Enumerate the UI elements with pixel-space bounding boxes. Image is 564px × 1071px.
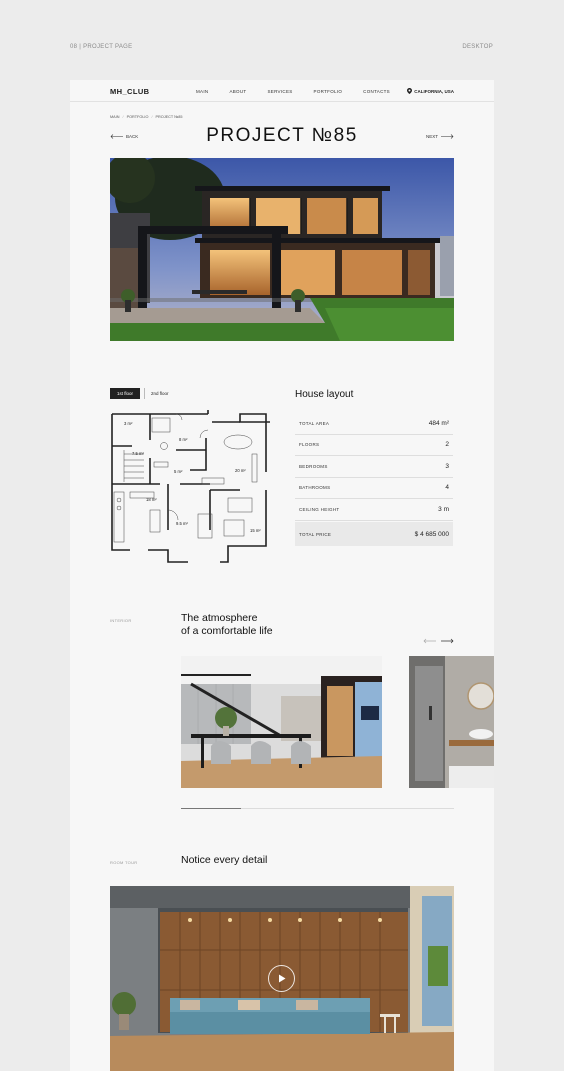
tab-1st-floor[interactable]: 1st floor [110, 388, 141, 399]
spec-value: 3 m [438, 505, 449, 513]
nav-main[interactable]: MAIN [196, 89, 208, 94]
nav-about[interactable]: ABOUT [229, 89, 246, 94]
play-button[interactable] [268, 965, 295, 992]
breadcrumb-main[interactable]: MAIN [110, 115, 120, 119]
nav-services[interactable]: SERVICES [267, 89, 292, 94]
spec-row: TOTAL AREA 484 m² [295, 413, 453, 435]
dining-room-illustration [181, 656, 382, 788]
nav-contacts[interactable]: CONTACTS [363, 89, 390, 94]
play-icon [278, 974, 285, 983]
room-area-label: 15 m² [250, 528, 261, 533]
spec-value: 484 m² [428, 419, 449, 427]
location-pin-icon [407, 88, 413, 94]
slider-progress-fill [181, 808, 242, 809]
logo[interactable]: MH_CLUB [110, 87, 149, 96]
bathroom-illustration [409, 656, 494, 788]
interior-label: INTERIOR [110, 618, 132, 623]
interior-image-dining[interactable] [181, 656, 382, 788]
room-area-label: 20 m² [235, 468, 246, 473]
total-price-key: TOTAL PRICE [299, 531, 332, 537]
room-area-label: 3 m² [124, 421, 133, 426]
breadcrumb: MAIN / PORTFOLIO / PROJECT №85 [110, 115, 183, 119]
room-area-label: 8 m² [179, 437, 188, 442]
spec-value: 3 [445, 462, 449, 470]
arrow-right-icon [441, 638, 454, 644]
spec-key: CEILING HEIGHT [299, 506, 340, 512]
room-area-label: 7.5 m² [132, 451, 144, 456]
tab-2nd-floor[interactable]: 2nd floor [144, 388, 175, 399]
breadcrumb-current: PROJECT №85 [155, 115, 183, 119]
floor-tabs: 1st floor 2nd floor [110, 388, 175, 399]
interior-title-line2: of a comfortable life [181, 625, 273, 637]
total-price-value: $ 4 685 000 [414, 530, 449, 538]
room-tour-video[interactable] [110, 886, 454, 1071]
arrow-left-icon [423, 638, 436, 644]
floor-plan-drawing [111, 410, 270, 563]
house-illustration [110, 158, 454, 341]
location-text: CALIFORNIA, USA [414, 88, 454, 94]
spec-value: 2 [445, 441, 449, 449]
breadcrumb-separator: / [151, 115, 153, 119]
slider-prev-button[interactable] [423, 631, 436, 649]
floor-plan: 3 m² 8 m² 7.5 m² 5 m² 20 m² 18 m² 9.5 m²… [110, 410, 270, 566]
nav-portfolio[interactable]: PORTFOLIO [314, 89, 343, 94]
arrow-right-icon [441, 134, 454, 139]
device-label: DESKTOP [462, 44, 493, 50]
next-label: NEXT [425, 134, 438, 139]
breadcrumb-separator: / [122, 115, 124, 119]
spec-key: TOTAL AREA [299, 420, 330, 426]
slider-arrows [423, 631, 454, 649]
site-header: MH_CLUB MAIN ABOUT SERVICES PORTFOLIO CO… [70, 80, 494, 102]
room-area-label: 9.5 m² [176, 521, 188, 526]
next-link[interactable]: NEXT [426, 134, 454, 139]
slider-progress [181, 808, 454, 809]
interior-image-bathroom[interactable] [409, 656, 494, 788]
spec-value: 4 [445, 484, 449, 492]
section-label: 08 | PROJECT PAGE [70, 44, 133, 50]
spec-row: BEDROOMS 3 [295, 456, 453, 478]
room-tour-label: ROOM TOUR [110, 860, 138, 865]
breadcrumb-portfolio[interactable]: PORTFOLIO [127, 115, 149, 119]
spec-key: FLOORS [299, 442, 320, 448]
spec-row: FLOORS 2 [295, 435, 453, 456]
total-price-row: TOTAL PRICE $ 4 685 000 [295, 522, 453, 546]
slider-next-button[interactable] [441, 631, 454, 649]
spec-row: BATHROOMS 4 [295, 478, 453, 499]
room-area-label: 5 m² [174, 469, 183, 474]
location[interactable]: CALIFORNIA, USA [407, 88, 454, 94]
project-page: MH_CLUB MAIN ABOUT SERVICES PORTFOLIO CO… [70, 80, 494, 1071]
interior-title-line1: The atmosphere [181, 612, 258, 624]
layout-title: House layout [295, 389, 354, 400]
spec-key: BATHROOMS [299, 485, 331, 491]
spec-row: CEILING HEIGHT 3 m [295, 499, 453, 521]
room-area-label: 18 m² [146, 497, 157, 502]
main-nav: MAIN ABOUT SERVICES PORTFOLIO CONTACTS [196, 89, 411, 94]
spec-key: BEDROOMS [299, 463, 328, 469]
hero-house-image [110, 158, 454, 341]
room-tour-title: Notice every detail [181, 854, 268, 866]
interior-title: The atmosphere of a comfortable life [181, 612, 273, 638]
